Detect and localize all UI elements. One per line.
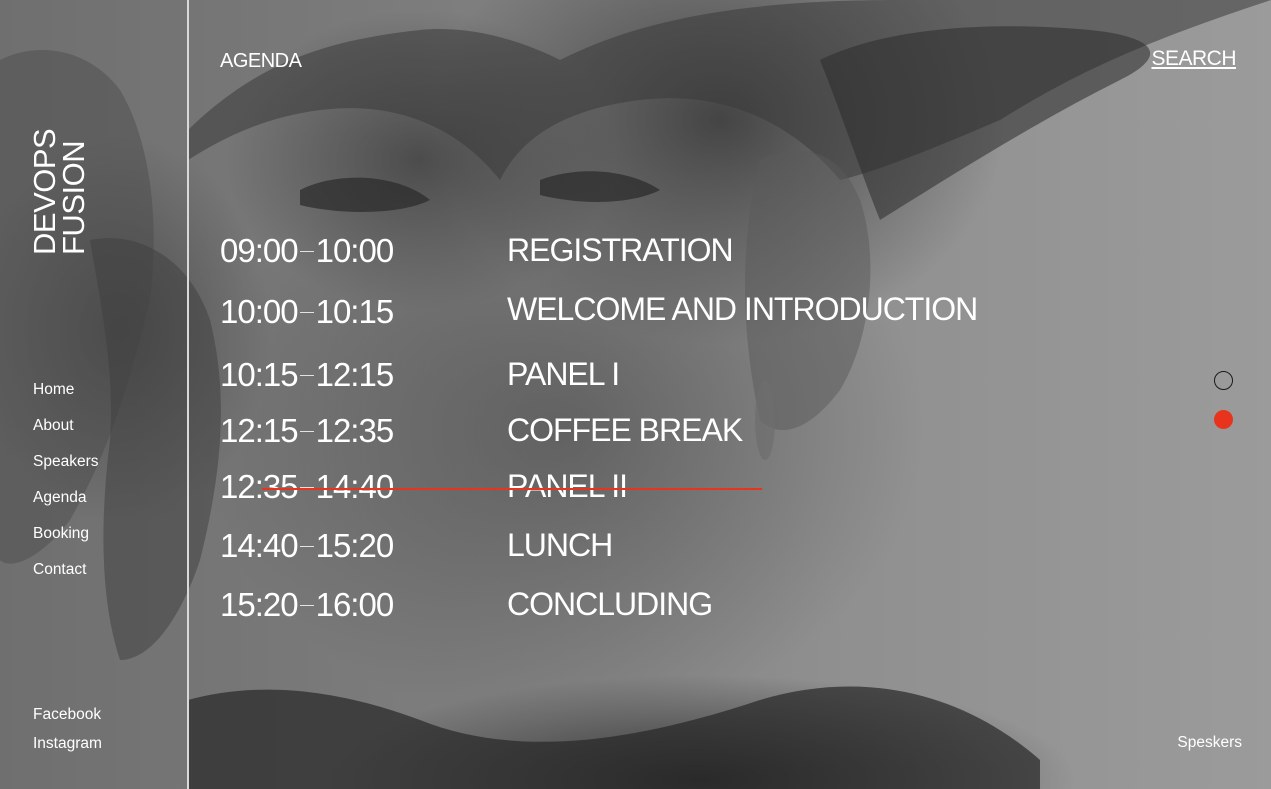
dash-icon: [299, 311, 314, 313]
agenda-title: LUNCH: [507, 527, 613, 563]
circle-filled-icon[interactable]: [1214, 410, 1233, 429]
agenda-title: PANEL I: [507, 356, 620, 392]
search-link[interactable]: SEARCH: [1151, 47, 1236, 71]
nav-item-speakers: Speakers: [33, 452, 98, 488]
dash-icon: [299, 545, 314, 547]
agenda-start-time: 10:15: [220, 356, 299, 393]
agenda-time: 14:40 15:20: [220, 527, 395, 565]
dash-icon: [299, 430, 314, 432]
nav-link-about[interactable]: About: [33, 417, 74, 434]
slide-pagination: [1214, 371, 1233, 449]
agenda-start-time: 10:00: [220, 293, 299, 330]
circle-outline-icon[interactable]: [1214, 371, 1233, 390]
agenda-time: 12:15 12:35: [220, 412, 395, 450]
nav-link-speakers[interactable]: Speakers: [33, 453, 98, 470]
dash-icon: [299, 250, 314, 252]
agenda-start-time: 09:00: [220, 232, 299, 269]
agenda-title: PANEL II: [507, 468, 628, 504]
nav-link-home[interactable]: Home: [33, 381, 74, 398]
nav-item-agenda: Agenda: [33, 488, 98, 524]
agenda-start-time: 15:20: [220, 586, 299, 623]
nav-link-contact[interactable]: Contact: [33, 561, 86, 578]
agenda-end-time: 12:35: [315, 412, 395, 449]
agenda-end-time: 16:00: [315, 586, 395, 623]
agenda-start-time: 12:15: [220, 412, 299, 449]
brand-logo-line1: DEVOPS: [27, 128, 62, 255]
agenda-end-time: 12:15: [315, 356, 395, 393]
nav-item-contact: Contact: [33, 560, 98, 596]
agenda-title: WELCOME AND INTRODUCTION: [507, 291, 978, 327]
nav-link-agenda[interactable]: Agenda: [33, 489, 86, 506]
brand-logo-line2: FUSION: [56, 140, 91, 255]
agenda-end-time: 10:00: [315, 232, 395, 269]
agenda-start-time: 12:35: [220, 468, 299, 505]
page: DEVOPS FUSION Home About Speakers Agenda…: [0, 0, 1271, 789]
agenda-end-time: 14:40: [315, 468, 395, 505]
social-links: Facebook Instagram: [33, 700, 102, 758]
facebook-link[interactable]: Facebook: [33, 700, 102, 729]
agenda-time: 12:35 14:40: [220, 468, 395, 506]
nav-link-booking[interactable]: Booking: [33, 525, 89, 542]
dash-icon: [299, 374, 314, 376]
dash-icon: [299, 604, 314, 606]
background-photo: [0, 0, 1271, 789]
nav-item-booking: Booking: [33, 524, 98, 560]
agenda-title: REGISTRATION: [507, 232, 734, 268]
sidebar-divider: [187, 0, 189, 789]
agenda-time: 15:20 16:00: [220, 586, 395, 624]
agenda-time: 10:15 12:15: [220, 356, 395, 394]
brand-logo[interactable]: DEVOPS FUSION: [27, 128, 91, 255]
agenda-time: 09:00 10:00: [220, 232, 395, 270]
agenda-start-time: 14:40: [220, 527, 299, 564]
sidebar-nav: Home About Speakers Agenda Booking Conta…: [33, 380, 98, 596]
agenda-title: CONCLUDING: [507, 586, 713, 622]
nav-item-about: About: [33, 416, 98, 452]
agenda-time: 10:00 10:15: [220, 293, 395, 331]
agenda-title: COFFEE BREAK: [507, 412, 743, 448]
agenda-end-time: 15:20: [315, 527, 395, 564]
speakers-footer-link[interactable]: Speskers: [1177, 734, 1242, 752]
agenda-end-time: 10:15: [315, 293, 395, 330]
page-title: AGENDA: [220, 50, 302, 72]
active-item-strikethrough: [262, 488, 762, 490]
nav-item-home: Home: [33, 380, 98, 416]
instagram-link[interactable]: Instagram: [33, 729, 102, 758]
